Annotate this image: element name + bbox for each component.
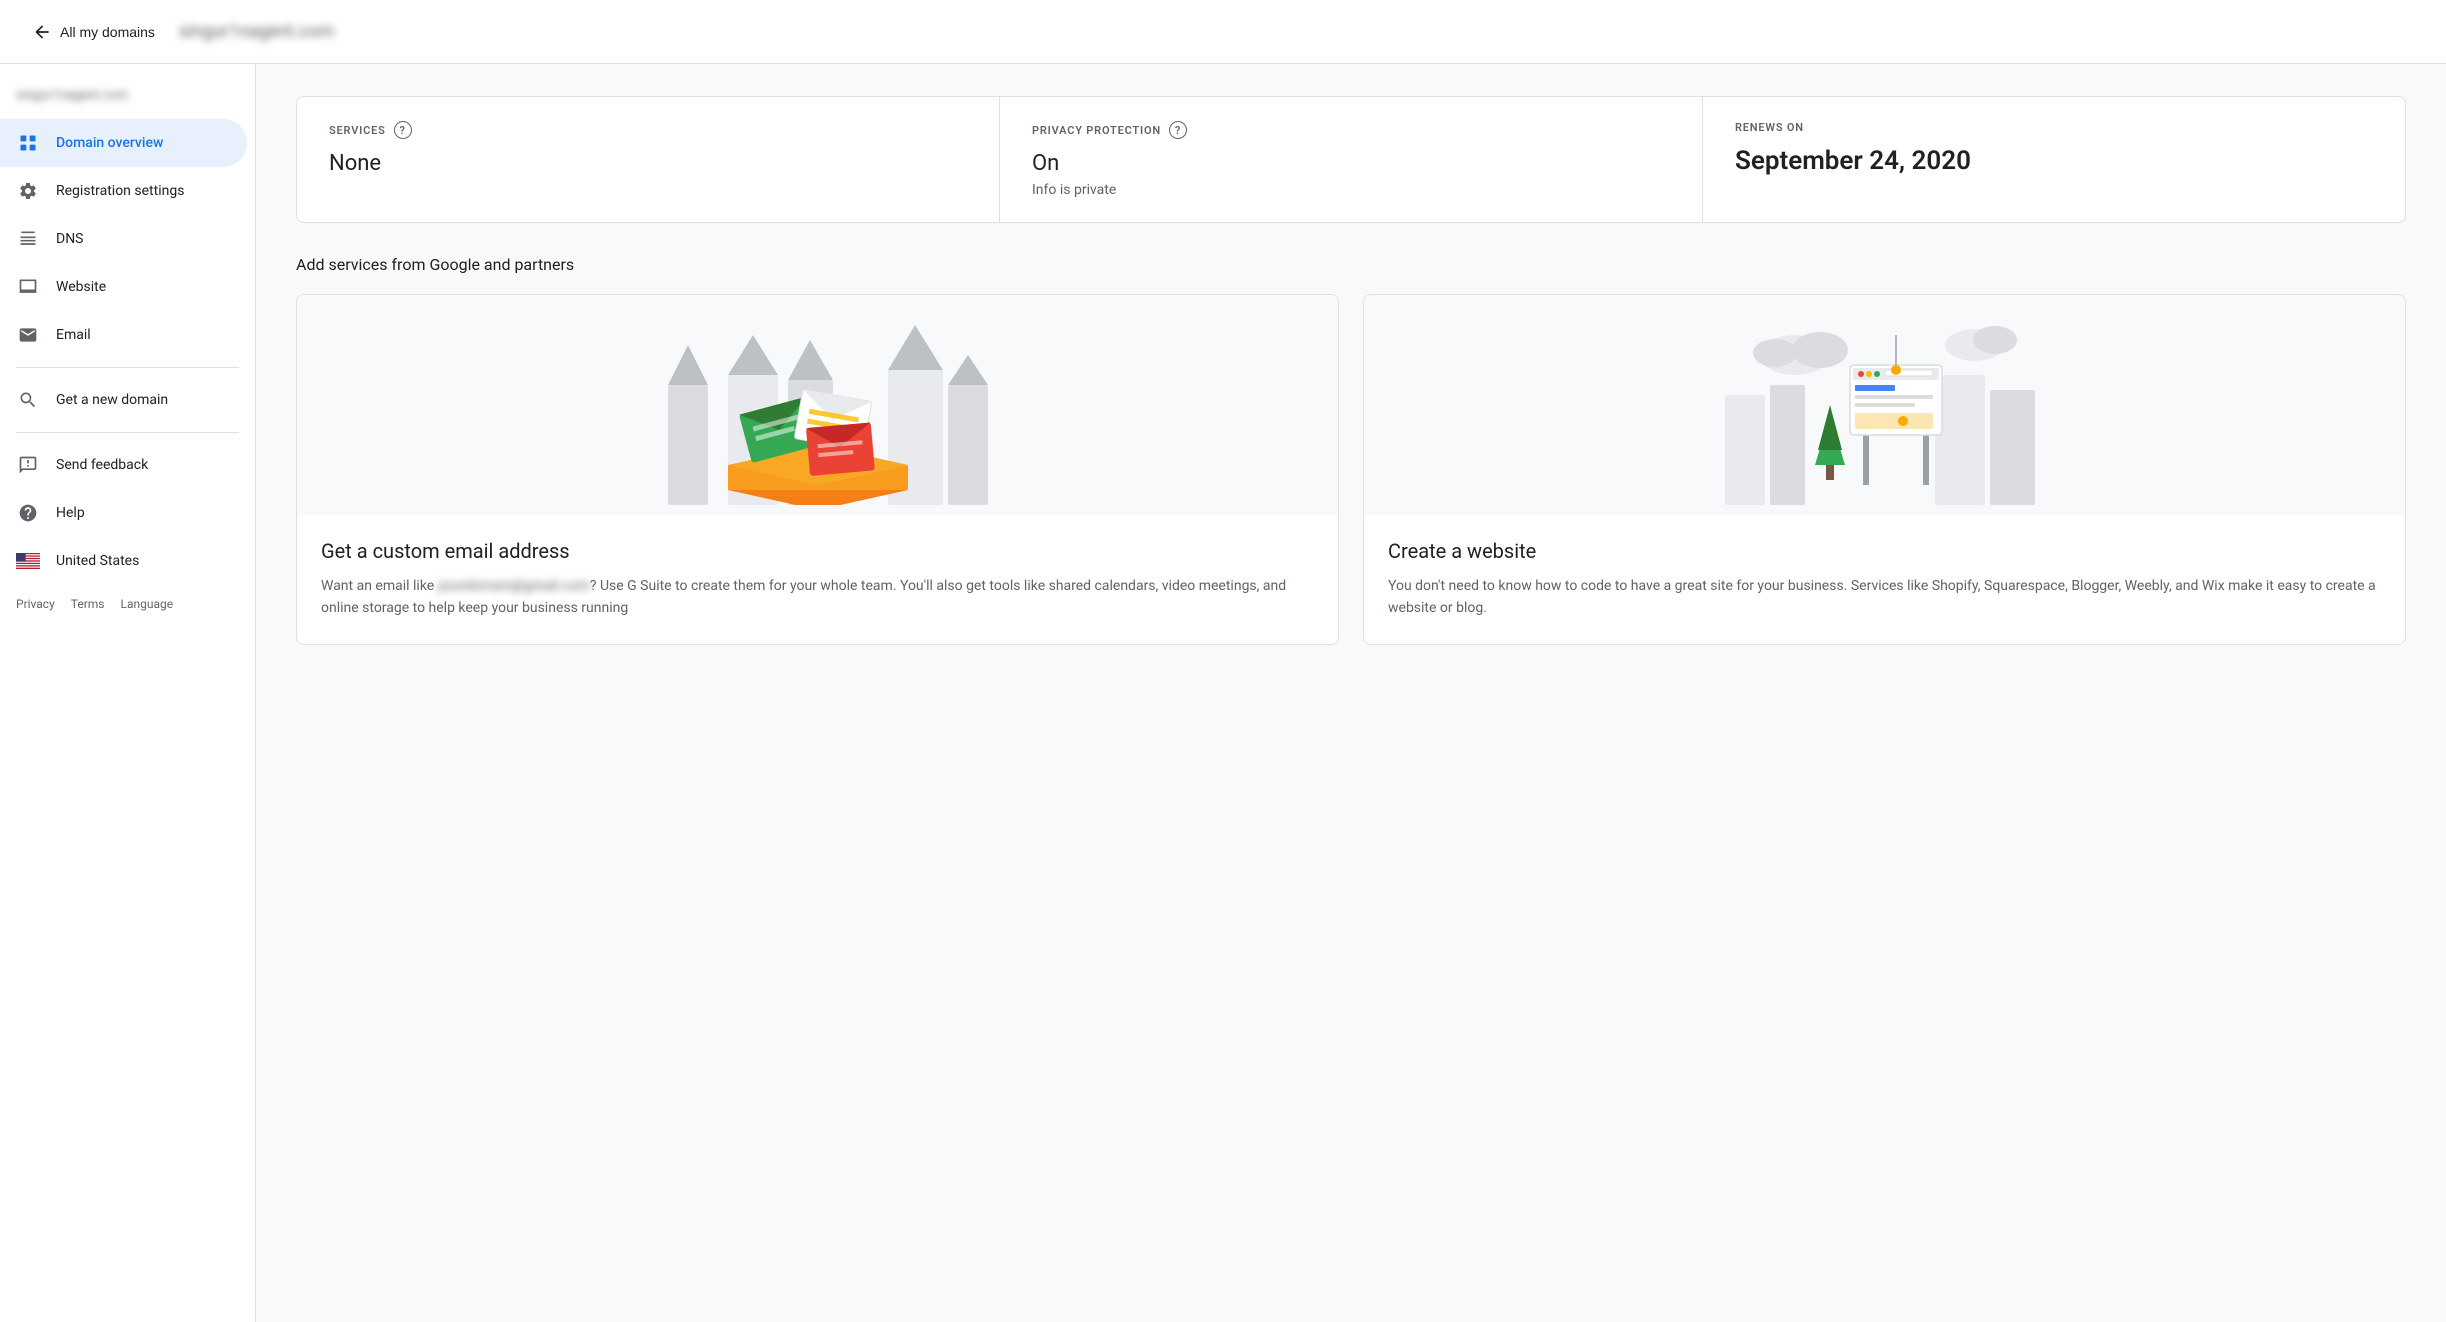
- sidebar-label-help: Help: [56, 505, 85, 521]
- sidebar-item-help[interactable]: Help: [0, 489, 247, 537]
- website-icon: [16, 275, 40, 299]
- settings-icon: [16, 179, 40, 203]
- back-arrow-icon: [32, 22, 52, 42]
- services-help-icon[interactable]: ?: [394, 121, 412, 139]
- sidebar-label-dns: DNS: [56, 231, 84, 247]
- privacy-subvalue: Info is private: [1032, 182, 1670, 198]
- sidebar-domain: singur1nagent.com: [0, 80, 255, 119]
- sidebar-label-get-new-domain: Get a new domain: [56, 392, 168, 408]
- website-service-card[interactable]: Create a website You don't need to know …: [1363, 294, 2406, 645]
- search-icon: [16, 388, 40, 412]
- sidebar-label-website: Website: [56, 279, 106, 295]
- top-header: All my domains singur1nagent.com: [0, 0, 2446, 64]
- privacy-link[interactable]: Privacy: [16, 597, 55, 611]
- privacy-value: On: [1032, 151, 1670, 176]
- website-card-body: Create a website You don't need to know …: [1364, 515, 2405, 644]
- email-icon: [16, 323, 40, 347]
- sidebar-item-domain-overview[interactable]: Domain overview: [0, 119, 247, 167]
- back-button[interactable]: All my domains: [24, 14, 163, 50]
- renews-value: September 24, 2020: [1735, 146, 2373, 176]
- sidebar-item-dns[interactable]: DNS: [0, 215, 247, 263]
- services-label: SERVICES ?: [329, 121, 967, 139]
- blurred-email: yourdomain@gmail.com: [438, 578, 590, 594]
- privacy-label: PRIVACY PROTECTION ?: [1032, 121, 1670, 139]
- grid-icon: [16, 131, 40, 155]
- sidebar-item-registration-settings[interactable]: Registration settings: [0, 167, 247, 215]
- email-illustration: [297, 295, 1338, 515]
- email-service-card[interactable]: Get a custom email address Want an email…: [296, 294, 1339, 645]
- help-icon: [16, 501, 40, 525]
- services-section: SERVICES ? None: [297, 97, 1000, 222]
- email-card-title: Get a custom email address: [321, 539, 1314, 563]
- sidebar-item-website[interactable]: Website: [0, 263, 247, 311]
- website-card-desc: You don't need to know how to code to ha…: [1388, 575, 2381, 620]
- sidebar-divider-1: [16, 367, 239, 368]
- services-cards-grid: Get a custom email address Want an email…: [296, 294, 2406, 645]
- sidebar-label-send-feedback: Send feedback: [56, 457, 148, 473]
- sidebar-label-email: Email: [56, 327, 91, 343]
- website-illustration: [1364, 295, 2405, 515]
- sidebar-item-email[interactable]: Email: [0, 311, 247, 359]
- sidebar-divider-2: [16, 432, 239, 433]
- renews-on-section: RENEWS ON September 24, 2020: [1703, 97, 2405, 222]
- info-card: SERVICES ? None PRIVACY PROTECTION ? On …: [296, 96, 2406, 223]
- flag-icon: [16, 549, 40, 573]
- privacy-help-icon[interactable]: ?: [1169, 121, 1187, 139]
- sidebar-item-send-feedback[interactable]: Send feedback: [0, 441, 247, 489]
- privacy-protection-section: PRIVACY PROTECTION ? On Info is private: [1000, 97, 1703, 222]
- header-domain: singur1nagent.com: [179, 21, 334, 42]
- feedback-icon: [16, 453, 40, 477]
- sidebar-label-domain-overview: Domain overview: [56, 135, 163, 151]
- sidebar-footer: Privacy Terms Language: [0, 585, 255, 623]
- services-section-title: Add services from Google and partners: [296, 255, 2406, 274]
- dns-icon: [16, 227, 40, 251]
- back-label: All my domains: [60, 24, 155, 40]
- sidebar-item-get-new-domain[interactable]: Get a new domain: [0, 376, 247, 424]
- sidebar-label-united-states: United States: [56, 553, 139, 569]
- terms-link[interactable]: Terms: [71, 597, 105, 611]
- main-content: SERVICES ? None PRIVACY PROTECTION ? On …: [256, 64, 2446, 1322]
- renews-label: RENEWS ON: [1735, 121, 2373, 134]
- sidebar: singur1nagent.com Domain overview Regist…: [0, 64, 256, 1322]
- email-card-body: Get a custom email address Want an email…: [297, 515, 1338, 644]
- sidebar-item-united-states[interactable]: United States: [0, 537, 247, 585]
- email-card-desc: Want an email like yourdomain@gmail.com?…: [321, 575, 1314, 620]
- services-value: None: [329, 151, 967, 176]
- sidebar-label-registration-settings: Registration settings: [56, 183, 184, 199]
- main-layout: singur1nagent.com Domain overview Regist…: [0, 64, 2446, 1322]
- website-card-title: Create a website: [1388, 539, 2381, 563]
- language-link[interactable]: Language: [121, 597, 174, 611]
